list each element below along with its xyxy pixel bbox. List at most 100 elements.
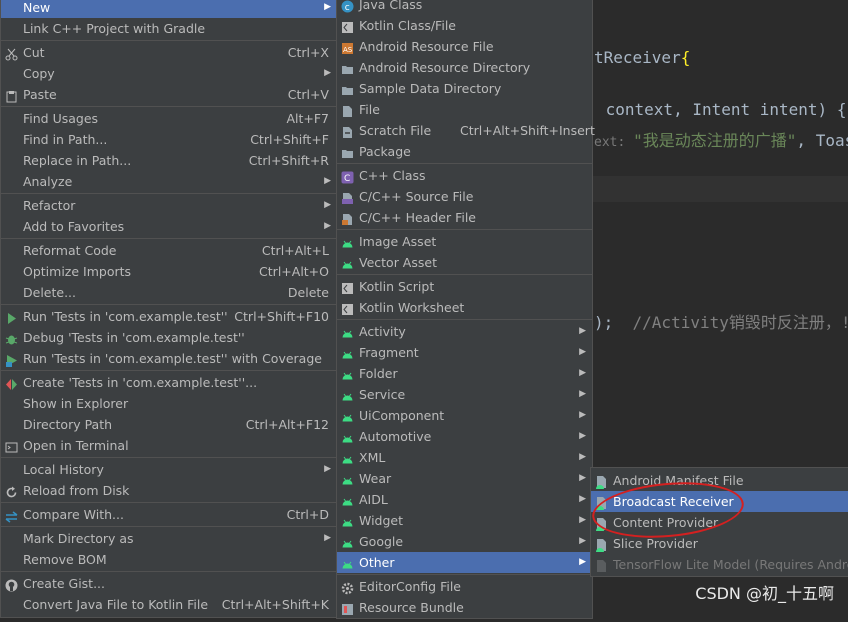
submenu-arrow-icon: ▶: [579, 431, 586, 441]
menu-item-refactor[interactable]: Refactor ▶: [1, 195, 337, 216]
new-item-file[interactable]: File: [337, 99, 592, 120]
new-item-activity[interactable]: Activity ▶: [337, 321, 592, 342]
new-item-kotlin-worksheet[interactable]: Kotlin Worksheet: [337, 297, 592, 318]
new-item-folder[interactable]: Folder ▶: [337, 363, 592, 384]
menu-item-copy[interactable]: Copy ▶: [1, 63, 337, 84]
menu-item-label: Folder: [359, 366, 398, 381]
new-item-resource-bundle[interactable]: Resource Bundle: [337, 597, 592, 618]
scratch-file-icon: [341, 124, 354, 138]
new-item-c-class[interactable]: C C++ Class: [337, 165, 592, 186]
new-item-c-c-header-file[interactable]: C/C++ Header File: [337, 207, 592, 228]
new-item-google[interactable]: Google ▶: [337, 531, 592, 552]
menu-separator: [1, 502, 337, 503]
new-item-sample-data-directory[interactable]: Sample Data Directory: [337, 78, 592, 99]
menu-item-replace-in-path[interactable]: Replace in Path... Ctrl+Shift+R: [1, 150, 337, 171]
new-item-android-resource-directory[interactable]: Android Resource Directory: [337, 57, 592, 78]
menu-item-directory-path[interactable]: Directory Path Ctrl+Alt+F12: [1, 414, 337, 435]
resource-file-icon: AS: [341, 40, 354, 54]
menu-separator: [1, 193, 337, 194]
new-item-widget[interactable]: Widget ▶: [337, 510, 592, 531]
menu-item-run-tests-in-com-example-test[interactable]: Run 'Tests in 'com.example.test'' Ctrl+Sh…: [1, 306, 337, 327]
submenu-arrow-icon: ▶: [579, 473, 586, 483]
new-item-aidl[interactable]: AIDL ▶: [337, 489, 592, 510]
menu-separator: [1, 457, 337, 458]
menu-item-show-in-explorer[interactable]: Show in Explorer: [1, 393, 337, 414]
menu-item-label: UiComponent: [359, 408, 445, 423]
menu-item-open-in-terminal[interactable]: Open in Terminal: [1, 435, 337, 456]
new-item-xml[interactable]: XML ▶: [337, 447, 592, 468]
java-class-icon: c: [341, 0, 354, 13]
menu-item-create-tests-in-com-example-test[interactable]: Create 'Tests in 'com.example.test''...: [1, 372, 337, 393]
menu-item-label: Other: [359, 555, 395, 570]
new-item-fragment[interactable]: Fragment ▶: [337, 342, 592, 363]
menu-item-label: C/C++ Header File: [359, 210, 476, 225]
menu-item-link-c-project-with-gradle[interactable]: Link C++ Project with Gradle: [1, 18, 337, 39]
menu-item-paste[interactable]: Paste Ctrl+V: [1, 84, 337, 105]
kotlin-icon: [341, 280, 354, 294]
new-item-editorconfig-file[interactable]: EditorConfig File: [337, 576, 592, 597]
menu-item-create-gist[interactable]: Create Gist...: [1, 573, 337, 594]
new-item-uicomponent[interactable]: UiComponent ▶: [337, 405, 592, 426]
folder-icon: [341, 82, 354, 95]
menu-item-reload-from-disk[interactable]: Reload from Disk: [1, 480, 337, 501]
new-item-kotlin-class-file[interactable]: Kotlin Class/File: [337, 15, 592, 36]
menu-item-label: Android Resource File: [359, 39, 494, 54]
submenu-arrow-icon: ▶: [579, 536, 586, 546]
menu-item-delete[interactable]: Delete... Delete: [1, 282, 337, 303]
menu-item-compare-with[interactable]: Compare With... Ctrl+D: [1, 504, 337, 525]
new-item-vector-asset[interactable]: Vector Asset: [337, 252, 592, 273]
new-item-wear[interactable]: Wear ▶: [337, 468, 592, 489]
new-item-kotlin-script[interactable]: Kotlin Script: [337, 276, 592, 297]
menu-item-analyze[interactable]: Analyze ▶: [1, 171, 337, 192]
new-item-image-asset[interactable]: Image Asset: [337, 231, 592, 252]
shortcut-label: Ctrl+X: [287, 45, 329, 60]
menu-item-debug-tests-in-com-example-test[interactable]: Debug 'Tests in 'com.example.test'': [1, 327, 337, 348]
new-item-scratch-file[interactable]: Scratch File Ctrl+Alt+Shift+Insert: [337, 120, 595, 141]
menu-item-label: Create 'Tests in 'com.example.test''...: [23, 375, 258, 390]
terminal-icon: [5, 439, 18, 453]
menu-item-convert-java-file-to-kotlin-file[interactable]: Convert Java File to Kotlin File Ctrl+Alt…: [1, 594, 337, 615]
menu-item-local-history[interactable]: Local History ▶: [1, 459, 337, 480]
new-item-android-resource-file[interactable]: AS Android Resource File: [337, 36, 592, 57]
menu-item-new[interactable]: New ▶: [1, 0, 337, 18]
menu-item-run-tests-in-com-example-test-with-coverage[interactable]: Run 'Tests in 'com.example.test'' with C…: [1, 348, 337, 369]
android-icon: [341, 367, 354, 380]
shortcut-label: Ctrl+Alt+Shift+K: [221, 597, 329, 612]
code-line-onreceive: context, Intent intent) {: [596, 100, 847, 119]
csdn-watermark: CSDN @初_十五啊: [695, 584, 834, 603]
menu-item-add-to-favorites[interactable]: Add to Favorites ▶: [1, 216, 337, 237]
folder-icon: [341, 61, 354, 74]
menu-separator: [1, 571, 337, 572]
menu-item-find-usages[interactable]: Find Usages Alt+F7: [1, 108, 337, 129]
menu-item-label: Android Resource Directory: [359, 60, 531, 75]
android-icon: [341, 346, 354, 359]
menu-separator: [1, 106, 337, 107]
menu-item-label: Cut: [23, 45, 45, 60]
scissors-icon: [5, 46, 18, 61]
new-item-package[interactable]: Package: [337, 141, 592, 162]
menu-item-reformat-code[interactable]: Reformat Code Ctrl+Alt+L: [1, 240, 337, 261]
menu-item-find-in-path[interactable]: Find in Path... Ctrl+Shift+F: [1, 129, 337, 150]
compare-icon: [5, 508, 18, 523]
menu-item-mark-directory-as[interactable]: Mark Directory as ▶: [1, 528, 337, 549]
menu-item-remove-bom[interactable]: Remove BOM: [1, 549, 337, 570]
new-item-java-class[interactable]: c Java Class: [337, 0, 592, 15]
new-item-service[interactable]: Service ▶: [337, 384, 592, 405]
menu-item-label: Paste: [23, 87, 57, 102]
menu-item-optimize-imports[interactable]: Optimize Imports Ctrl+Alt+O: [1, 261, 337, 282]
android-icon: [341, 556, 354, 569]
new-item-automotive[interactable]: Automotive ▶: [337, 426, 592, 447]
menu-separator: [337, 229, 592, 230]
shortcut-label: Ctrl+Alt+Shift+Insert: [460, 123, 595, 138]
menu-item-label: Convert Java File to Kotlin File: [23, 597, 209, 612]
submenu-arrow-icon: ▶: [579, 410, 586, 420]
submenu-arrow-icon: ▶: [579, 557, 586, 567]
menu-item-label: Mark Directory as: [23, 531, 134, 546]
menu-item-label: Widget: [359, 513, 404, 528]
code-line-unregister: ); //Activity销毁时反注册，!: [594, 313, 848, 332]
menu-item-cut[interactable]: Cut Ctrl+X: [1, 42, 337, 63]
new-item-c-c-source-file[interactable]: C/C++ Source File: [337, 186, 592, 207]
android-icon: [341, 535, 354, 548]
menu-item-label: Remove BOM: [23, 552, 107, 567]
new-item-other[interactable]: Other ▶: [337, 552, 592, 573]
